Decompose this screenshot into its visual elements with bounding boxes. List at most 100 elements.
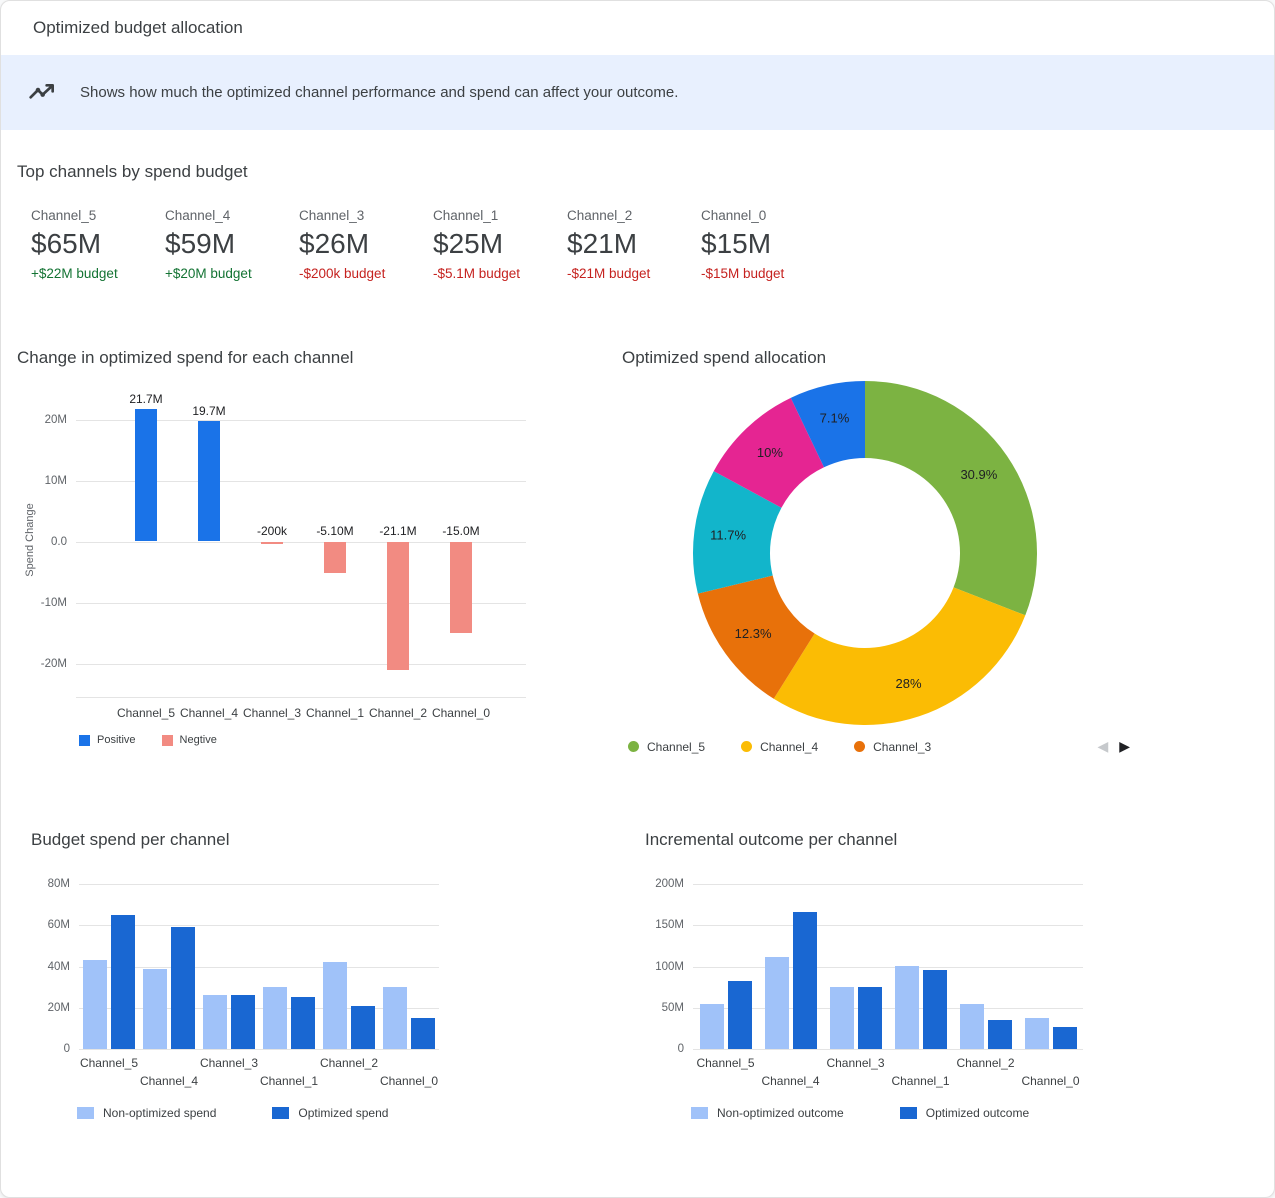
- legend-item-optimized-outcome: Optimized outcome: [900, 1106, 1029, 1120]
- bar-channel_1-optimized: [923, 970, 947, 1049]
- bar-channel_5-optimized: [111, 915, 135, 1049]
- x-tick-label: Channel_5: [692, 1056, 760, 1070]
- trending-up-icon: [26, 74, 58, 111]
- info-banner: Shows how much the optimized channel per…: [1, 55, 1274, 130]
- bar-channel_5-non-optimized: [700, 1004, 724, 1049]
- optimized-budget-allocation-panel: Optimized budget allocation Shows how mu…: [0, 0, 1275, 1198]
- legend-swatch: [691, 1107, 708, 1119]
- y-tick-label: 80M: [31, 877, 70, 891]
- slice-percentage-label: 7.1%: [820, 410, 850, 425]
- channel-card-channel_4: Channel_4$59M+$20M budget: [165, 208, 299, 281]
- slice-percentage-label: 30.9%: [960, 467, 997, 482]
- x-axis-line: [76, 697, 526, 698]
- y-tick-label: 0.0: [17, 535, 67, 549]
- x-tick-label: Channel_0: [375, 1074, 443, 1088]
- bar-channel_3-non-optimized: [203, 995, 227, 1049]
- bar-channel_2-optimized: [351, 1006, 375, 1049]
- y-tick-label: 10M: [17, 474, 67, 488]
- x-tick-label: Channel_3: [822, 1056, 890, 1070]
- legend-item-channel-4: Channel_4: [741, 740, 818, 754]
- x-tick-label: Channel_2: [952, 1056, 1020, 1070]
- donut-legend-row: Channel_5 Channel_4 Channel_3 ◀ ▶: [622, 738, 1130, 755]
- x-tick-label: Channel_5: [112, 706, 180, 720]
- slice-percentage-label: 28%: [895, 676, 921, 691]
- bar-channel_1: [324, 542, 346, 573]
- bar-channel_2-non-optimized: [323, 962, 347, 1049]
- y-tick-label: -10M: [17, 596, 67, 610]
- gridline: [693, 1008, 1083, 1009]
- x-tick-label: Channel_2: [315, 1056, 383, 1070]
- slice-percentage-label: 11.7%: [710, 527, 746, 542]
- donut-svg: 30.9%28%12.3%11.7%10%7.1%: [690, 378, 1040, 728]
- bar-channel_3-optimized: [231, 995, 255, 1049]
- x-tick-label: Channel_0: [427, 706, 495, 720]
- legend-swatch: [900, 1107, 917, 1119]
- y-tick-label: 20M: [31, 1001, 70, 1015]
- legend-swatch: [162, 735, 173, 746]
- legend-item-channel-3: Channel_3: [854, 740, 931, 754]
- legend-label: Negtive: [180, 734, 217, 746]
- spend-allocation-chart-title: Optimized spend allocation: [622, 348, 1274, 368]
- legend-prev-button[interactable]: ◀: [1097, 738, 1108, 755]
- x-tick-label: Channel_4: [135, 1074, 203, 1088]
- bar-value-label: -21.1M: [364, 524, 432, 538]
- gridline: [693, 884, 1083, 885]
- bar-channel_2-optimized: [988, 1020, 1012, 1049]
- legend-swatch: [741, 741, 752, 752]
- bar-channel_5-non-optimized: [83, 960, 107, 1049]
- channel-card-channel_5: Channel_5$65M+$22M budget: [31, 208, 165, 281]
- incremental-outcome-chart-card: Incremental outcome per channel 050M100M…: [615, 830, 1274, 1120]
- legend-label: Channel_5: [647, 740, 705, 754]
- channel-budget-delta: +$20M budget: [165, 266, 299, 281]
- spend-allocation-chart-card: Optimized spend allocation 30.9% 28% 12.3%…: [606, 348, 1274, 755]
- spend-change-bar-chart: 20M10M0.0-10M-20M21.7MChannel_519.7MChan…: [17, 372, 557, 724]
- bar-channel_0-optimized: [411, 1018, 435, 1049]
- channel-card-channel_2: Channel_2$21M-$21M budget: [567, 208, 701, 281]
- incremental-outcome-chart-title: Incremental outcome per channel: [645, 830, 1274, 850]
- gridline: [693, 967, 1083, 968]
- bar-channel_1-non-optimized: [263, 987, 287, 1049]
- legend-item-non-optimized-outcome: Non-optimized outcome: [691, 1106, 844, 1120]
- incremental-outcome-bar-chart: 050M100M150M200MChannel_5Channel_4Channe…: [645, 874, 1125, 1090]
- top-channels-title: Top channels by spend budget: [17, 162, 1258, 182]
- bar-channel_4-optimized: [171, 927, 195, 1049]
- top-channels-section: Top channels by spend budget Channel_5 $6…: [1, 162, 1274, 281]
- channel-name: Channel_2: [567, 208, 701, 223]
- bar-channel_3: [261, 542, 283, 544]
- channel-card-channel_0: Channel_0$15M-$15M budget: [701, 208, 835, 281]
- donut-legend: Channel_5 Channel_4 Channel_3: [628, 740, 931, 754]
- spend-change-legend: Positive Negtive: [79, 734, 606, 746]
- y-tick-label: 60M: [31, 918, 70, 932]
- bar-value-label: -5.10M: [301, 524, 369, 538]
- legend-next-button[interactable]: ▶: [1119, 738, 1130, 755]
- donut-slice-channel_4: [774, 587, 1026, 725]
- channel-name: Channel_0: [701, 208, 835, 223]
- gridline: [79, 1049, 439, 1050]
- bar-channel_2-non-optimized: [960, 1004, 984, 1049]
- slice-percentage-label: 12.3%: [735, 626, 772, 641]
- bar-channel_5-optimized: [728, 981, 752, 1049]
- gridline: [693, 925, 1083, 926]
- legend-label: Optimized spend: [298, 1106, 388, 1120]
- panel-header: Optimized budget allocation: [1, 1, 1274, 55]
- spend-change-chart-title: Change in optimized spend for each chann…: [17, 348, 606, 368]
- channel-amount: $26M: [299, 228, 433, 260]
- y-tick-label: 40M: [31, 960, 70, 974]
- charts-row-top: Change in optimized spend for each chann…: [1, 348, 1274, 755]
- incremental-outcome-legend: Non-optimized outcome Optimized outcome: [691, 1106, 1274, 1120]
- bar-channel_3-optimized: [858, 987, 882, 1049]
- legend-item-channel-5: Channel_5: [628, 740, 705, 754]
- bar-channel_0-non-optimized: [1025, 1018, 1049, 1049]
- channel-amount: $65M: [31, 228, 165, 260]
- legend-swatch: [77, 1107, 94, 1119]
- legend-label: Non-optimized spend: [103, 1106, 216, 1120]
- bar-channel_4-non-optimized: [765, 957, 789, 1049]
- bar-value-label: 19.7M: [175, 404, 243, 418]
- channel-name: Channel_5: [31, 208, 165, 223]
- bar-value-label: 21.7M: [112, 392, 180, 406]
- channel-budget-delta: -$200k budget: [299, 266, 433, 281]
- bar-channel_3-non-optimized: [830, 987, 854, 1049]
- bar-channel_1-optimized: [291, 997, 315, 1049]
- legend-item-positive: Positive: [79, 734, 136, 746]
- budget-spend-bar-chart: 020M40M60M80MChannel_5Channel_4Channel_3…: [31, 874, 511, 1090]
